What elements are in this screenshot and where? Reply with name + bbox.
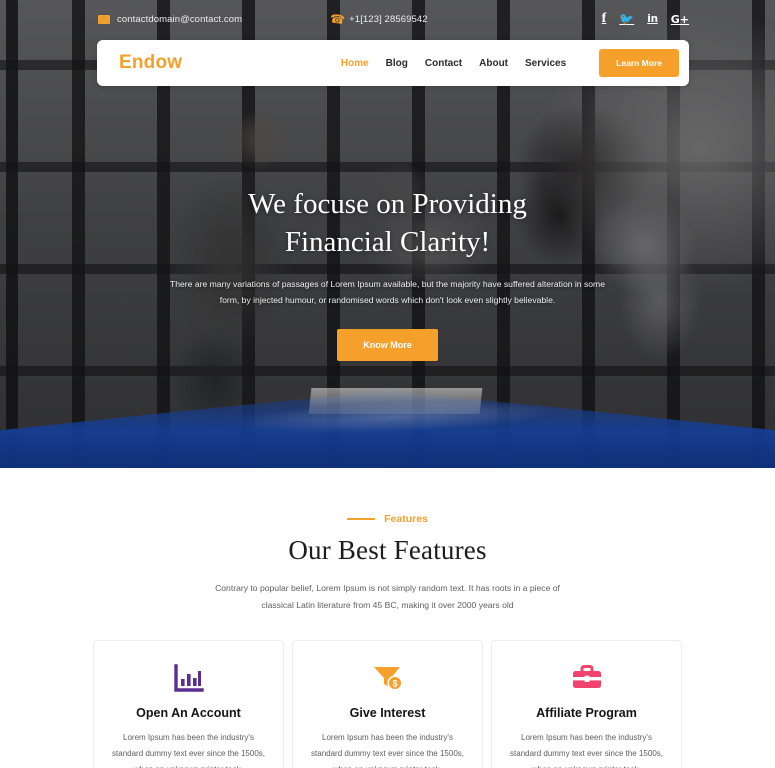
features-eyebrow: Features (0, 513, 775, 525)
funnel-dollar-icon: $ (309, 661, 466, 695)
twitter-icon[interactable]: 🐦 (619, 13, 634, 25)
top-utility-bar: contactdomain@contact.com ☎ +1[123] 2856… (0, 0, 775, 38)
brand-logo[interactable]: Endow (119, 52, 182, 74)
phone-icon: ☎ (329, 11, 346, 28)
nav-item-services[interactable]: Services (525, 58, 566, 69)
contact-email[interactable]: contactdomain@contact.com (98, 14, 242, 25)
hero-title-line1: We focuse on Providing (248, 188, 527, 220)
contact-phone-text: +1[123] 28569542 (349, 13, 428, 25)
feature-card-title: Affiliate Program (536, 705, 637, 720)
learn-more-button[interactable]: Learn More (599, 49, 679, 77)
feature-card-text: Lorem Ipsum has been the industry's stan… (510, 732, 663, 768)
hero-content: We focuse on Providing Financial Clarity… (0, 186, 775, 362)
google-plus-icon[interactable]: G+ (671, 14, 689, 25)
hero-title-line2: Financial Clarity! (284, 225, 491, 258)
nav-item-about[interactable]: About (479, 58, 508, 69)
briefcase-icon (508, 661, 665, 695)
feature-card-open-an-account[interactable]: Open An Account Lorem Ipsum has been the… (93, 639, 284, 768)
bar-chart-icon (110, 661, 267, 695)
hero-section: contactdomain@contact.com ☎ +1[123] 2856… (0, 0, 775, 468)
contact-email-text: contactdomain@contact.com (117, 13, 243, 25)
linkedin-icon[interactable]: in (647, 14, 658, 25)
feature-card-title: Open An Account (136, 705, 241, 720)
feature-card-give-interest[interactable]: $ Give Interest Lorem Ipsum has been the… (292, 639, 483, 768)
nav-item-contact[interactable]: Contact (425, 58, 462, 69)
features-eyebrow-text: Features (384, 513, 428, 525)
hero-title: We focuse on Providing Financial Clarity… (150, 186, 625, 261)
svg-text:$: $ (392, 678, 397, 688)
nav-item-home[interactable]: Home (341, 58, 369, 69)
features-section: Features Our Best Features Contrary to p… (0, 468, 775, 768)
feature-card-text: Lorem Ipsum has been the industry's stan… (311, 732, 464, 768)
features-subtitle: Contrary to popular belief, Lorem Ipsum … (215, 583, 560, 610)
contact-phone[interactable]: ☎ +1[123] 28569542 (329, 11, 428, 28)
know-more-button[interactable]: Know More (337, 329, 438, 362)
feature-cards-row-1: Open An Account Lorem Ipsum has been the… (93, 639, 682, 768)
eyebrow-line-icon (347, 518, 376, 520)
features-title: Our Best Features (288, 535, 487, 565)
hero-subtitle: There are many variations of passages of… (169, 279, 605, 306)
facebook-icon[interactable]: f (602, 12, 607, 26)
main-navbar: Endow Home Blog Contact About Services L… (97, 40, 689, 86)
social-links: f 🐦 in G+ (602, 12, 689, 26)
feature-card-text: Lorem Ipsum has been the industry's stan… (112, 732, 265, 768)
feature-card-title: Give Interest (349, 705, 426, 720)
hero-paper-sheet (308, 388, 482, 414)
feature-card-affiliate-program[interactable]: Affiliate Program Lorem Ipsum has been t… (491, 639, 682, 768)
nav-menu: Home Blog Contact About Services Learn M… (341, 49, 679, 77)
nav-item-blog[interactable]: Blog (386, 58, 408, 69)
mail-icon (98, 14, 110, 24)
